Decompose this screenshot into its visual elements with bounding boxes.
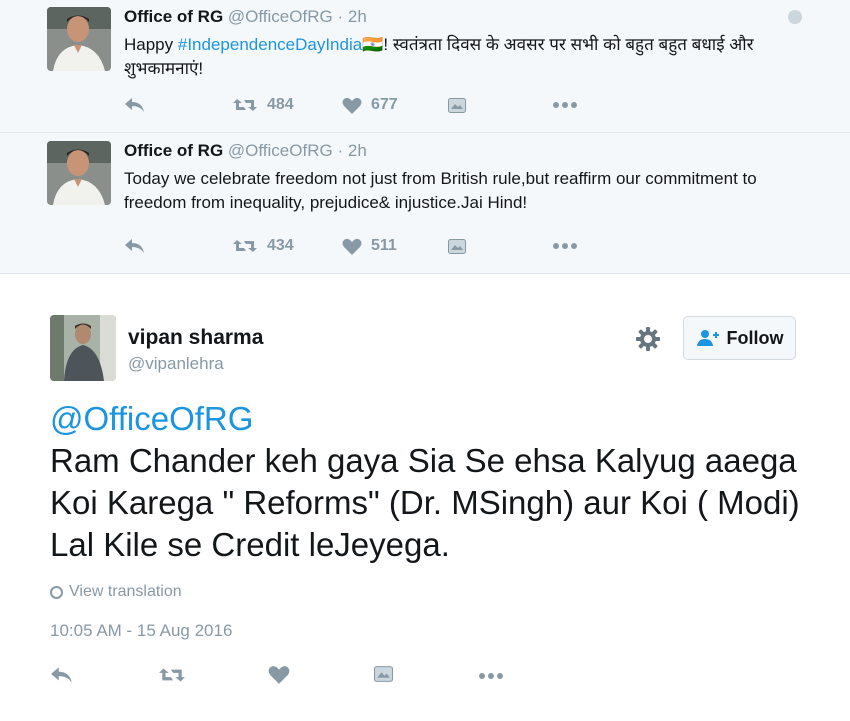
avatar[interactable] xyxy=(47,141,111,205)
view-translation-label: View translation xyxy=(69,583,182,600)
like-count: 677 xyxy=(371,96,398,113)
retweet-icon xyxy=(233,240,257,252)
direct-message-button[interactable] xyxy=(448,238,466,254)
separator-dot: · xyxy=(337,141,344,160)
more-icon xyxy=(553,102,577,108)
tweet-header: Office of RG @OfficeOfRG · 2h xyxy=(124,7,367,27)
mention-link[interactable]: @OfficeOfRG xyxy=(50,398,810,440)
thread-tweet[interactable]: Office of RG @OfficeOfRG · 2h Today we c… xyxy=(0,134,850,274)
retweet-button[interactable]: 484 xyxy=(232,96,294,114)
author-handle[interactable]: @OfficeOfRG xyxy=(228,7,333,26)
retweet-count: 484 xyxy=(267,96,294,113)
like-button[interactable]: 677 xyxy=(342,96,398,114)
tweet-text: Happy #IndependenceDayIndia🇮🇳! स्वतंत्रत… xyxy=(124,33,784,81)
like-count: 511 xyxy=(371,237,397,254)
more-icon xyxy=(479,673,503,679)
avatar[interactable] xyxy=(47,7,111,71)
follow-label: Follow xyxy=(726,327,784,348)
author-name[interactable]: Office of RG xyxy=(124,141,223,160)
conversation-thread: Office of RG @OfficeOfRG · 2h Happy #Ind… xyxy=(0,0,850,274)
message-icon xyxy=(448,97,466,113)
tweet-timestamp[interactable]: 10:05 AM - 15 Aug 2016 xyxy=(50,621,232,641)
retweet-icon xyxy=(233,99,257,111)
author-handle[interactable]: @OfficeOfRG xyxy=(228,141,333,160)
retweet-count: 434 xyxy=(267,237,294,254)
tweet-time[interactable]: 2h xyxy=(348,141,367,160)
heart-icon xyxy=(342,97,362,114)
more-button[interactable] xyxy=(552,242,578,250)
more-icon xyxy=(553,243,577,249)
reply-button[interactable] xyxy=(124,97,146,113)
user-actions-button[interactable] xyxy=(634,325,662,353)
more-button[interactable] xyxy=(552,101,578,109)
reply-button[interactable] xyxy=(50,666,74,684)
avatar[interactable] xyxy=(50,315,116,381)
tweet-body: Ram Chander keh gaya Sia Se ehsa Kalyug … xyxy=(50,442,800,563)
globe-icon xyxy=(50,585,63,599)
tweet-time[interactable]: 2h xyxy=(348,7,367,26)
follow-button[interactable]: Follow xyxy=(683,316,796,360)
thread-tweet[interactable]: Office of RG @OfficeOfRG · 2h Happy #Ind… xyxy=(0,0,850,133)
direct-message-button[interactable] xyxy=(374,666,393,682)
hashtag-link[interactable]: #IndependenceDayIndia xyxy=(178,35,362,54)
message-icon xyxy=(448,238,466,254)
message-icon xyxy=(374,666,393,682)
retweet-button[interactable]: 434 xyxy=(232,237,294,255)
reply-icon xyxy=(125,239,144,253)
heart-icon xyxy=(342,238,362,255)
gear-icon xyxy=(636,327,660,351)
heart-icon xyxy=(268,666,290,684)
permalink-tweet: vipan sharma @vipanlehra Follow @OfficeO… xyxy=(0,275,850,721)
view-translation-link[interactable]: View translation xyxy=(50,583,182,601)
like-button[interactable]: 511 xyxy=(342,237,397,255)
follow-person-icon xyxy=(696,330,719,346)
reply-icon xyxy=(51,667,72,683)
reply-button[interactable] xyxy=(124,238,146,254)
globe-icon xyxy=(788,10,802,24)
separator-dot: · xyxy=(337,7,344,26)
tweet-header: Office of RG @OfficeOfRG · 2h xyxy=(124,141,367,161)
like-button[interactable] xyxy=(268,665,290,684)
author-handle[interactable]: @vipanlehra xyxy=(128,354,224,374)
direct-message-button[interactable] xyxy=(448,97,466,113)
author-name[interactable]: Office of RG xyxy=(124,7,223,26)
tweet-text: @OfficeOfRG Ram Chander keh gaya Sia Se … xyxy=(50,398,810,566)
retweet-button[interactable] xyxy=(158,666,186,684)
tweet-text-prefix: Happy xyxy=(124,35,178,54)
author-name[interactable]: vipan sharma xyxy=(128,326,263,350)
reply-icon xyxy=(125,98,144,112)
retweet-icon xyxy=(159,668,185,682)
more-button[interactable] xyxy=(478,672,504,680)
tweet-text: Today we celebrate freedom not just from… xyxy=(124,169,757,212)
